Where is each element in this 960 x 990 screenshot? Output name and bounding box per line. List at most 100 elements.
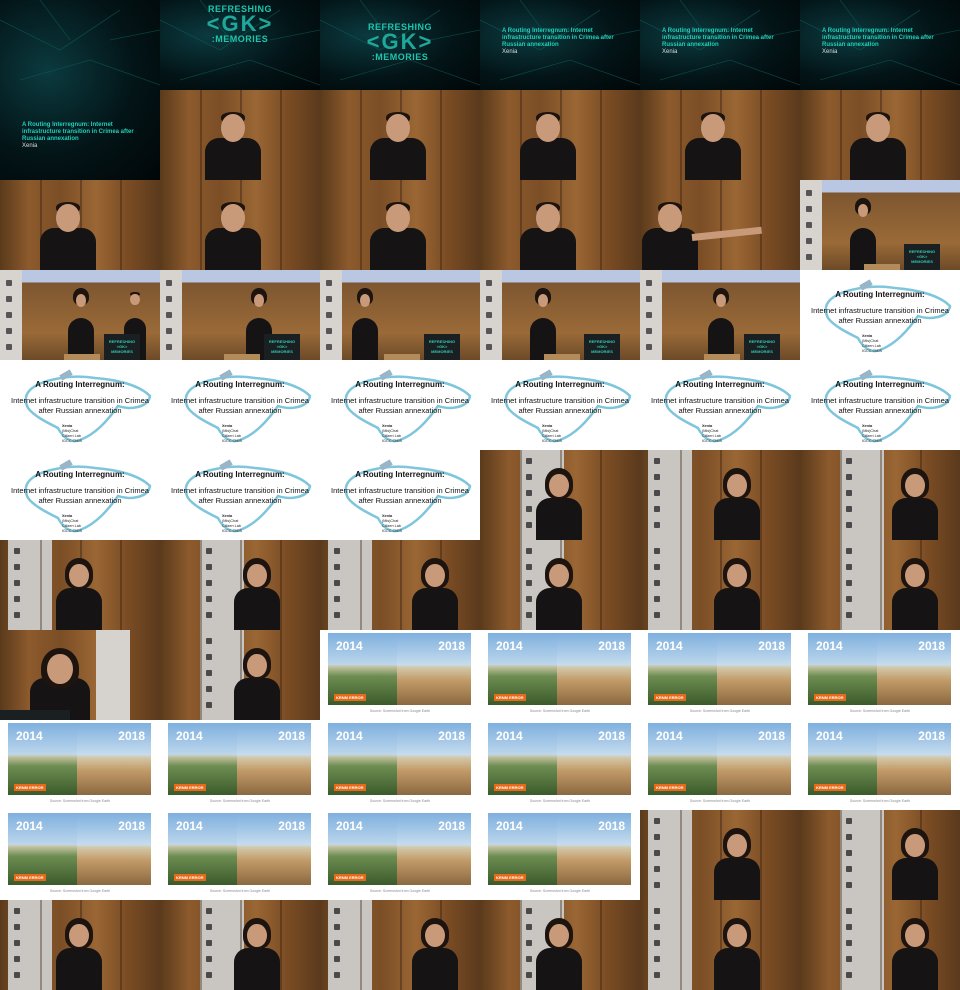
speaker-woman-frame[interactable]: [480, 900, 640, 990]
speaker-frame[interactable]: [160, 90, 320, 180]
routing-slide-frame[interactable]: A Routing Interregnum: Internet infrastru…: [160, 360, 320, 450]
talk-title-text: A Routing Interregnum: Internet infrastr…: [822, 28, 934, 48]
stage-wide-frame[interactable]: REFRESHING <GK> MEMORIES: [160, 270, 320, 360]
comparison-slide-frame[interactable]: 2014 2018 KRNM ERROR Source: Screenshot fro…: [640, 720, 800, 810]
stage-wide-frame[interactable]: REFRESHING <GK> MEMORIES: [800, 180, 960, 270]
wall-vent: [166, 280, 172, 286]
wood-panel-seam: [600, 540, 602, 630]
speaker-frame[interactable]: [640, 90, 800, 180]
wood-panel-seam: [360, 180, 362, 270]
wall-vent: [486, 280, 492, 286]
speaker-frame[interactable]: [160, 180, 320, 270]
routing-slide-frame[interactable]: A Routing Interregnum: Internet infrastru…: [800, 270, 960, 360]
speaker-woman-frame[interactable]: [640, 900, 800, 990]
lectern-logo: REFRESHING <GK> MEMORIES: [908, 249, 936, 264]
speaker-woman-frame[interactable]: [640, 810, 800, 900]
wood-panel-seam: [840, 540, 842, 630]
speaker-frame[interactable]: [320, 90, 480, 180]
routing-slide-frame[interactable]: A Routing Interregnum: Internet infrastru…: [0, 450, 160, 540]
wall-vent: [334, 596, 340, 602]
comparison-slide-frame[interactable]: 2014 2018 KRNM ERROR Source: Screenshot fro…: [480, 810, 640, 900]
comparison-slide-frame[interactable]: 2014 2018 KRNM ERROR Source: Screenshot fro…: [320, 630, 480, 720]
network-line: [249, 59, 320, 86]
routing-slide-frame[interactable]: A Routing Interregnum: Internet infrastru…: [800, 360, 960, 450]
comparison-slide-frame[interactable]: 2014 2018 KRNM ERROR Source: Screenshot fro…: [800, 720, 960, 810]
speaker-frame[interactable]: [0, 180, 160, 270]
wall-vent: [526, 596, 532, 602]
comparison-slide-frame[interactable]: 2014 2018 KRNM ERROR Source: Screenshot fro…: [320, 810, 480, 900]
wall-panel: [648, 900, 692, 990]
speaker-woman-frame[interactable]: [800, 810, 960, 900]
lectern-closeup-frame[interactable]: [0, 630, 160, 720]
comparison-slide-frame[interactable]: 2014 2018 KRNM ERROR Source: Screenshot fro…: [0, 720, 160, 810]
speaker-woman-frame[interactable]: [160, 540, 320, 630]
comparison-slide-frame[interactable]: 2014 2018 KRNM ERROR Source: Screenshot fro…: [320, 720, 480, 810]
speaker-frame[interactable]: [480, 180, 640, 270]
logo-frame[interactable]: REFRESHING <GK>:MEMORIES: [320, 0, 480, 90]
speaker-woman-frame[interactable]: [800, 450, 960, 540]
comparison-slide-frame[interactable]: 2014 2018 KRNM ERROR Source: Screenshot fro…: [0, 810, 160, 900]
routing-slide-frame[interactable]: A Routing Interregnum: Internet infrastru…: [320, 360, 480, 450]
satellite-photo: 2014 2018 KRNM ERROR: [8, 813, 151, 885]
year-right: 2018: [118, 819, 145, 833]
speaker-frame[interactable]: [800, 90, 960, 180]
slide-title: A Routing Interregnum:: [515, 380, 605, 389]
title-frame[interactable]: A Routing Interregnum: Internet infrastr…: [0, 0, 160, 180]
image-source: Source: Screenshot from Google Earth: [369, 799, 431, 803]
routing-slide-frame[interactable]: A Routing Interregnum: Internet infrastru…: [480, 360, 640, 450]
speaker-woman-frame[interactable]: [640, 450, 800, 540]
speaker-frame[interactable]: [480, 90, 640, 180]
speaker-woman-frame[interactable]: [320, 900, 480, 990]
title-frame[interactable]: A Routing Interregnum: Internet infrastr…: [480, 0, 640, 90]
logo-frame[interactable]: REFRESHING <GK>:MEMORIES: [160, 0, 320, 90]
routing-slide-frame[interactable]: A Routing Interregnum: Internet infrastru…: [320, 450, 480, 540]
stage-wide-frame[interactable]: REFRESHING <GK> MEMORIES: [320, 270, 480, 360]
stage-wide-frame[interactable]: REFRESHING <GK> MEMORIES: [480, 270, 640, 360]
speaker-woman-frame[interactable]: [320, 540, 480, 630]
speaker-woman-frame[interactable]: [480, 450, 640, 540]
title-frame[interactable]: A Routing Interregnum: Internet infrastr…: [640, 0, 800, 90]
wood-panel-seam: [280, 180, 282, 270]
speaker-woman-frame[interactable]: [0, 540, 160, 630]
comparison-slide-frame[interactable]: 2014 2018 KRNM ERROR Source: Screenshot fro…: [640, 630, 800, 720]
speaker-credits: Xenia (Mis)Chat Citizen Lab IGCC CMIS: [862, 334, 882, 354]
wall-vent: [166, 344, 172, 350]
network-line: [569, 59, 640, 86]
person-head: [727, 924, 747, 948]
speaker-woman-frame[interactable]: [0, 900, 160, 990]
speaker-frame[interactable]: [320, 180, 480, 270]
title-frame[interactable]: A Routing Interregnum: Internet infrastr…: [800, 0, 960, 90]
speaker-frame[interactable]: [640, 180, 800, 270]
wall-vent: [654, 522, 660, 528]
person-figure: [520, 100, 576, 180]
wall-panel: [96, 630, 130, 720]
wood-panel-seam: [200, 630, 202, 720]
comparison-slide-frame[interactable]: 2014 2018 KRNM ERROR Source: Screenshot fro…: [480, 720, 640, 810]
stage-wide-frame[interactable]: REFRESHING <GK> MEMORIES: [640, 270, 800, 360]
speaker-woman-frame[interactable]: [800, 900, 960, 990]
year-right: 2018: [118, 729, 145, 743]
stage-wide-frame[interactable]: REFRESHING <GK> MEMORIES: [0, 270, 160, 360]
year-left: 2014: [656, 639, 683, 653]
speaker-woman-frame[interactable]: [160, 900, 320, 990]
wall-vent: [654, 882, 660, 888]
person-head: [537, 294, 549, 308]
speaker-woman-frame[interactable]: [160, 630, 320, 720]
comparison-slide-frame[interactable]: 2014 2018 KRNM ERROR Source: Screenshot fro…: [160, 810, 320, 900]
person-head: [386, 204, 410, 233]
slide-title: A Routing Interregnum:: [195, 470, 285, 479]
speaker-woman-frame[interactable]: [800, 540, 960, 630]
speaker-woman-frame[interactable]: [480, 540, 640, 630]
comparison-slide-frame[interactable]: 2014 2018 KRNM ERROR Source: Screenshot fro…: [160, 720, 320, 810]
routing-slide-frame[interactable]: A Routing Interregnum: Internet infrastru…: [0, 360, 160, 450]
network-line: [59, 9, 121, 51]
error-badge: KRNM ERROR: [654, 784, 686, 791]
comparison-slide-frame[interactable]: 2014 2018 KRNM ERROR Source: Screenshot fro…: [800, 630, 960, 720]
routing-slide-frame[interactable]: A Routing Interregnum: Internet infrastru…: [640, 360, 800, 450]
wall-vent: [14, 596, 20, 602]
wall-vent: [654, 956, 660, 962]
wood-panel-seam: [120, 900, 122, 990]
routing-slide-frame[interactable]: A Routing Interregnum: Internet infrastru…: [160, 450, 320, 540]
speaker-woman-frame[interactable]: [640, 540, 800, 630]
comparison-slide-frame[interactable]: 2014 2018 KRNM ERROR Source: Screenshot fro…: [480, 630, 640, 720]
